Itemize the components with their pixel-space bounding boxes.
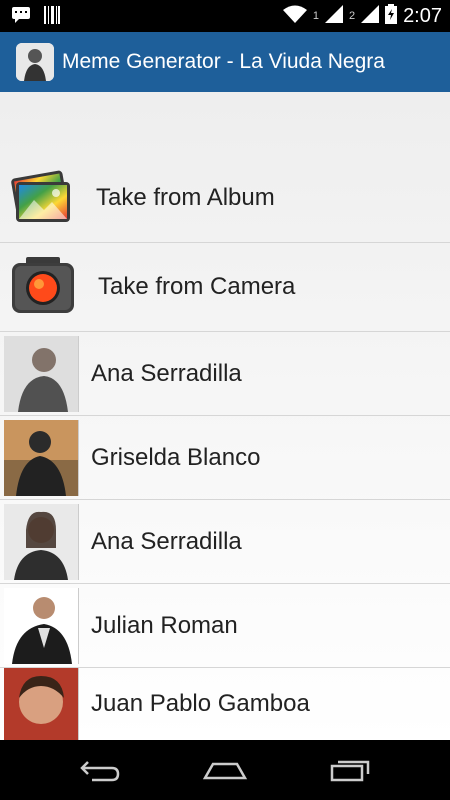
home-button[interactable] xyxy=(195,752,255,788)
sim1-label: 1 xyxy=(312,10,319,22)
list-item[interactable]: Ana Serradilla xyxy=(0,332,450,416)
item-label: Ana Serradilla xyxy=(91,527,242,555)
item-label: Julian Roman xyxy=(91,611,238,639)
sim2-label: 2 xyxy=(348,10,356,22)
take-from-album-item[interactable]: Take from Album xyxy=(0,154,450,243)
clock: 2:07 xyxy=(403,4,442,27)
gallery-icon xyxy=(8,168,74,229)
item-label: Ana Serradilla xyxy=(91,359,242,387)
thumbnail-image xyxy=(4,419,79,496)
back-icon xyxy=(80,761,120,782)
camera-icon xyxy=(10,255,76,320)
recent-apps-button[interactable] xyxy=(320,752,380,788)
thumbnail-image xyxy=(4,503,79,580)
chat-notification-icon xyxy=(12,7,30,28)
item-label: Juan Pablo Gamboa xyxy=(91,690,310,717)
signal-icon xyxy=(324,4,343,28)
app-title: Meme Generator - La Viuda Negra xyxy=(62,50,385,73)
action-bar: Meme Generator - La Viuda Negra xyxy=(0,32,450,92)
thumbnail-image xyxy=(4,335,79,412)
barcode-icon xyxy=(44,6,60,29)
signal-icon xyxy=(361,4,380,28)
camera-label: Take from Camera xyxy=(98,273,296,300)
recent-apps-icon xyxy=(330,760,370,782)
list-item[interactable]: Juan Pablo Gamboa xyxy=(0,668,450,740)
wifi-icon xyxy=(282,5,307,28)
list-item[interactable]: Griselda Blanco xyxy=(0,416,450,500)
back-button[interactable] xyxy=(70,752,130,788)
thumbnail-image xyxy=(4,587,79,664)
app-icon[interactable] xyxy=(16,43,54,81)
thumbnail-image xyxy=(4,668,79,740)
item-label: Griselda Blanco xyxy=(91,443,261,471)
navigation-bar xyxy=(0,740,450,800)
list-item[interactable]: Ana Serradilla xyxy=(0,500,450,584)
status-bar: 1 2 2:07 xyxy=(0,0,450,32)
list-item[interactable]: Julian Roman xyxy=(0,584,450,668)
album-label: Take from Album xyxy=(96,184,275,211)
source-list: Take from Album Take from Camera Ana Ser… xyxy=(0,92,450,740)
battery-icon xyxy=(385,3,398,29)
home-icon xyxy=(202,762,248,780)
take-from-camera-item[interactable]: Take from Camera xyxy=(0,243,450,332)
